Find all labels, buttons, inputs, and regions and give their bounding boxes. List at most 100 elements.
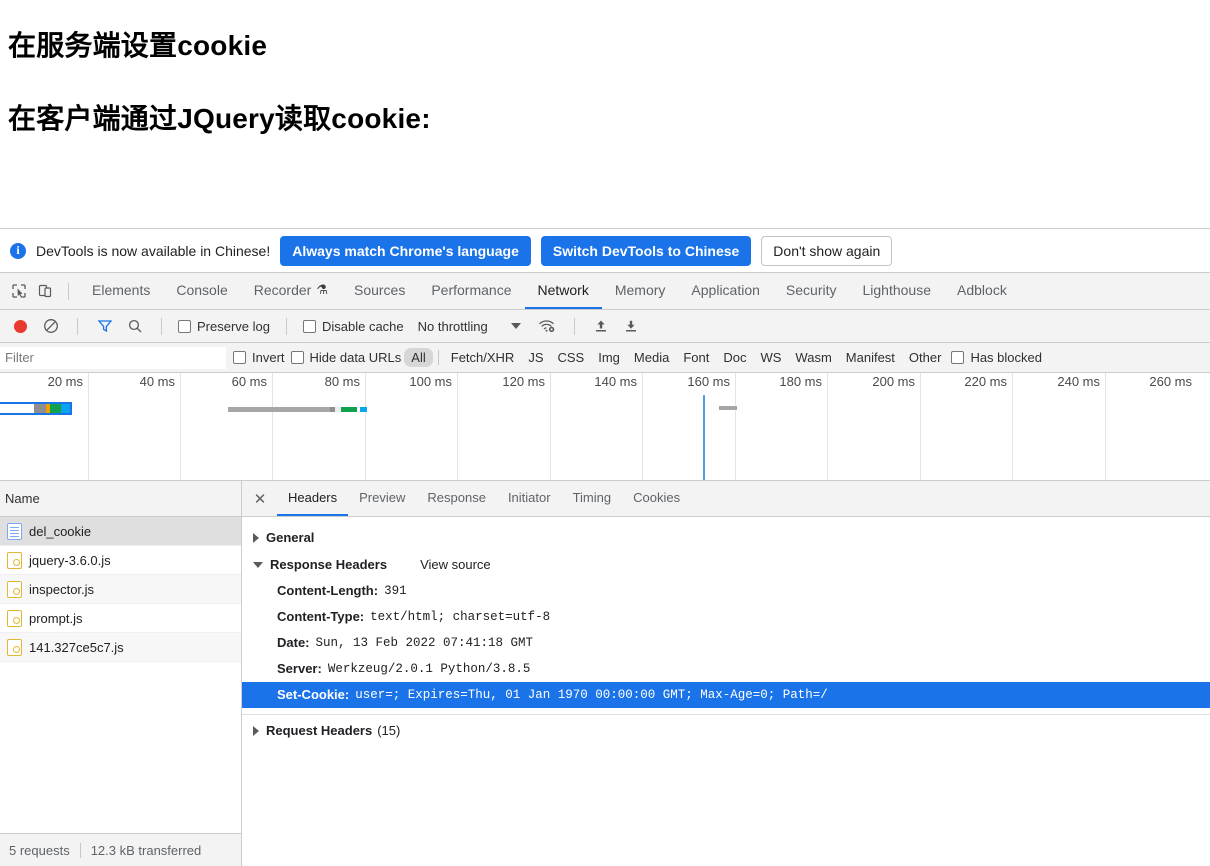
- timeline-bar[interactable]: [228, 407, 367, 412]
- tab-security[interactable]: Security: [773, 273, 850, 309]
- header-value: Sun, 13 Feb 2022 07:41:18 GMT: [315, 636, 534, 650]
- transferred-size-label: 12.3 kB transferred: [90, 842, 202, 858]
- detail-tab-preview[interactable]: Preview: [348, 481, 416, 516]
- timeline-tick-label: 140 ms: [594, 374, 637, 389]
- filter-type-all[interactable]: All: [404, 348, 433, 367]
- request-row-del-cookie[interactable]: del_cookie: [0, 517, 241, 546]
- filter-type-wasm[interactable]: Wasm: [788, 348, 838, 367]
- disable-cache-checkbox[interactable]: Disable cache: [300, 319, 407, 334]
- tab-adblock[interactable]: Adblock: [944, 273, 1020, 309]
- tab-application[interactable]: Application: [678, 273, 773, 309]
- tab-recorder[interactable]: Recorder ⚗: [241, 273, 341, 309]
- tab-console[interactable]: Console: [163, 273, 240, 309]
- timeline-tick-label: 60 ms: [231, 374, 267, 389]
- header-row-set-cookie[interactable]: Set-Cookie: user=; Expires=Thu, 01 Jan 1…: [242, 682, 1210, 708]
- preserve-log-checkbox[interactable]: Preserve log: [175, 319, 273, 334]
- request-headers-section-header[interactable]: Request Headers (15): [242, 717, 1210, 744]
- detail-tab-headers[interactable]: Headers: [277, 481, 349, 516]
- checkbox-box: [178, 319, 191, 333]
- header-row-content-length[interactable]: Content-Length: 391: [242, 578, 1210, 604]
- request-row-inspector[interactable]: inspector.js: [0, 575, 241, 604]
- request-row-prompt[interactable]: prompt.js: [0, 604, 241, 633]
- has-blocked-cookies-checkbox[interactable]: Has blocked: [948, 350, 1045, 365]
- wifi-gear-icon[interactable]: [534, 313, 561, 339]
- filter-type-fetch-xhr[interactable]: Fetch/XHR: [444, 348, 522, 367]
- header-row-content-type[interactable]: Content-Type: text/html; charset=utf-8: [242, 604, 1210, 630]
- timeline-tick-label: 80 ms: [324, 374, 360, 389]
- request-name: prompt.js: [29, 610, 83, 626]
- timeline-gridline: [365, 373, 366, 480]
- always-match-chrome-language-button[interactable]: Always match Chrome's language: [280, 235, 531, 266]
- filter-type-media[interactable]: Media: [627, 348, 676, 367]
- throttling-select[interactable]: No throttling: [410, 319, 488, 334]
- filter-icon[interactable]: [91, 313, 118, 339]
- record-icon[interactable]: [7, 313, 34, 339]
- dont-show-again-button[interactable]: Don't show again: [761, 235, 893, 266]
- timeline-tick-label: 260 ms: [1149, 374, 1192, 389]
- export-har-icon[interactable]: [618, 313, 645, 339]
- timeline-tick-label: 180 ms: [779, 374, 822, 389]
- filter-type-manifest[interactable]: Manifest: [839, 348, 902, 367]
- header-row-server[interactable]: Server: Werkzeug/2.0.1 Python/3.8.5: [242, 656, 1210, 682]
- inspect-element-icon[interactable]: [6, 278, 32, 304]
- tab-label: Application: [691, 282, 760, 298]
- timeline-tick-label: 20 ms: [47, 374, 83, 389]
- filter-type-other[interactable]: Other: [902, 348, 949, 367]
- script-icon: [7, 580, 22, 598]
- header-row-date[interactable]: Date: Sun, 13 Feb 2022 07:41:18 GMT: [242, 630, 1210, 656]
- tab-performance[interactable]: Performance: [418, 273, 524, 309]
- tab-network[interactable]: Network: [524, 273, 602, 309]
- network-status-bar: 5 requests 12.3 kB transferred: [0, 833, 241, 866]
- response-headers-section-header[interactable]: Response Headers View source: [242, 551, 1210, 578]
- chevron-down-icon[interactable]: [510, 323, 521, 329]
- timeline-gridline: [920, 373, 921, 480]
- chevron-right-icon: [253, 532, 259, 543]
- devtools-language-infobar: i DevTools is now available in Chinese! …: [0, 229, 1210, 273]
- header-name: Content-Length:: [277, 583, 379, 598]
- request-row-jquery[interactable]: jquery-3.6.0.js: [0, 546, 241, 575]
- import-har-icon[interactable]: [588, 313, 615, 339]
- filter-type-css[interactable]: CSS: [551, 348, 592, 367]
- detail-tab-initiator[interactable]: Initiator: [497, 481, 562, 516]
- filter-type-font[interactable]: Font: [676, 348, 716, 367]
- tab-elements[interactable]: Elements: [79, 273, 163, 309]
- detail-tab-timing[interactable]: Timing: [562, 481, 623, 516]
- filter-type-js[interactable]: JS: [521, 348, 550, 367]
- request-row-141-chunk[interactable]: 141.327ce5c7.js: [0, 633, 241, 662]
- toolbar-divider: [77, 317, 78, 335]
- view-source-link[interactable]: View source: [420, 557, 491, 572]
- clear-icon[interactable]: [37, 313, 64, 339]
- preserve-log-label: Preserve log: [197, 318, 270, 334]
- timeline-bar-selected[interactable]: [0, 402, 72, 415]
- hide-data-urls-checkbox[interactable]: Hide data URLs: [288, 350, 405, 365]
- script-icon: [7, 609, 22, 627]
- general-section-header[interactable]: General: [242, 524, 1210, 551]
- toolbar-divider: [68, 282, 69, 300]
- invert-checkbox[interactable]: Invert: [230, 350, 288, 365]
- tab-memory[interactable]: Memory: [602, 273, 679, 309]
- search-icon[interactable]: [121, 313, 148, 339]
- device-toolbar-icon[interactable]: [32, 278, 58, 304]
- tab-lighthouse[interactable]: Lighthouse: [850, 273, 945, 309]
- requests-list: del_cookie jquery-3.6.0.js inspector.js …: [0, 517, 241, 833]
- requests-column-header-name[interactable]: Name: [0, 481, 241, 517]
- switch-devtools-to-chinese-button[interactable]: Switch DevTools to Chinese: [540, 235, 752, 266]
- info-icon: i: [10, 242, 26, 259]
- filter-type-ws[interactable]: WS: [753, 348, 788, 367]
- timeline-gridline: [272, 373, 273, 480]
- timeline-bar-small[interactable]: [719, 406, 737, 410]
- filter-type-img[interactable]: Img: [591, 348, 627, 367]
- page-heading-server-cookie: 在服务端设置cookie: [8, 30, 268, 61]
- detail-tab-cookies[interactable]: Cookies: [622, 481, 691, 516]
- filter-type-doc[interactable]: Doc: [716, 348, 753, 367]
- general-section-title: General: [266, 530, 315, 545]
- filter-input[interactable]: [0, 346, 226, 369]
- timeline-tick-label: 100 ms: [409, 374, 452, 389]
- timeline-gridline: [457, 373, 458, 480]
- network-timeline-overview[interactable]: 20 ms 40 ms 60 ms 80 ms 100 ms 120 ms 14…: [0, 373, 1210, 481]
- tab-sources[interactable]: Sources: [341, 273, 418, 309]
- detail-tab-response[interactable]: Response: [416, 481, 497, 516]
- script-icon: [7, 551, 22, 569]
- timeline-tick-label: 160 ms: [687, 374, 730, 389]
- close-icon[interactable]: ✕: [248, 487, 272, 511]
